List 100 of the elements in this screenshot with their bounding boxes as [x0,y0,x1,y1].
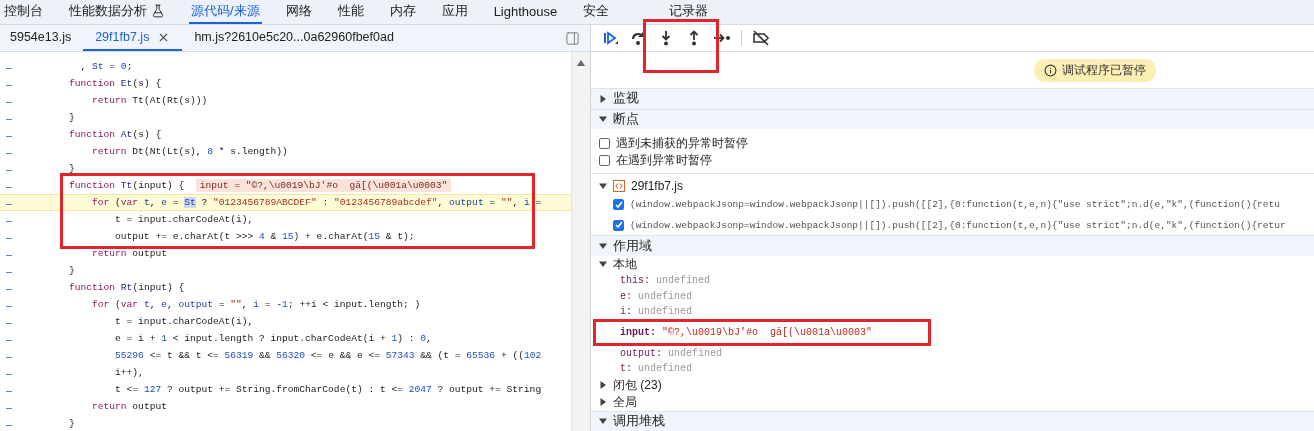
line-marker: – [5,298,14,311]
variable-name: this: [620,275,650,287]
file-tab[interactable]: hm.js?2610e5c20...0a62960fbef0ad [182,25,406,51]
section-header[interactable]: 作用域 [591,235,1314,256]
scope-group-label[interactable]: 闭包 (23) [613,376,662,394]
panel-tab[interactable]: 记录器 [667,0,711,24]
code-line: function At(s) { [68,129,162,140]
file-tab-label: hm.js?2610e5c20...0a62960fbef0ad [194,30,394,44]
scroll-up-icon[interactable] [577,60,585,66]
badge-text: 调试程序已暂停 [1062,61,1146,79]
checkbox[interactable] [613,199,624,211]
code-line: t = input.charCodeAt(i), [114,214,254,225]
variable-value: undefined [656,275,711,287]
line-marker: – [5,247,14,260]
file-tab[interactable]: 5954e13.js [0,25,84,51]
checkbox[interactable] [613,219,624,231]
expanded-triangle-icon[interactable] [599,182,607,191]
checkbox-label: 在遇到异常时暂停 [616,151,712,169]
code-line: } [68,418,75,429]
section-title: 监视 [613,90,639,108]
panel-tab[interactable]: 网络 [283,0,314,24]
line-marker: – [5,400,14,413]
checkbox[interactable] [599,154,610,166]
code-line: , St = 0; [79,61,133,72]
panel-tab[interactable]: 安全 [581,0,612,24]
code-line: output += e.charAt(t >>> 4 & 15) + e.charAt(15 & t); [114,231,415,242]
code-line: t <= 127 ? output += String.fromCharCode(t) : t <= 2047 ? output += String [114,384,542,395]
resume-button[interactable] [601,29,619,47]
variable-name: input: [620,327,656,338]
collapsed-triangle-icon[interactable] [599,94,607,103]
line-marker: – [5,60,14,73]
line-marker: – [5,77,14,90]
collapsed-triangle-icon[interactable] [599,381,607,389]
scope-group-label[interactable]: 本地 [613,255,637,273]
variable-name: t: [620,363,632,375]
expanded-triangle-icon[interactable] [599,417,607,426]
line-marker: – [5,264,14,277]
script-file-icon [613,180,625,193]
deactivate-breakpoints-button[interactable] [752,29,770,47]
line-marker: – [5,94,14,107]
variable-value: undefined [668,347,723,359]
section-title: 作用域 [613,237,652,255]
file-tab[interactable]: 29f1fb7.js [83,25,183,51]
section-header[interactable]: 断点 [591,108,1314,129]
section-title: 调用堆栈 [613,412,665,430]
code-line: return output [91,401,167,412]
line-marker: – [5,417,14,430]
variable-name: i: [620,306,632,318]
line-marker: – [5,145,14,158]
collapsed-triangle-icon[interactable] [599,398,607,406]
line-marker: – [5,196,14,209]
code-line: return output [91,248,167,259]
code-line: 55296 <= t && t <= 56319 && 56320 <= e && e <= 57343 && (t = 65536 + ((102 [114,350,542,361]
line-marker: – [5,179,14,192]
scope-group-label[interactable]: 全局 [613,393,637,411]
section-title: 断点 [613,110,639,128]
expanded-triangle-icon[interactable] [599,115,607,124]
code-line: for (var t, e = St ? "0123456789ABCDEF" : "0123456789abcdef", output = "", i = [91,197,542,208]
variable-value: undefined [638,290,693,302]
variable-name: e: [620,290,632,302]
variable-name: output: [620,347,662,359]
code-line: } [68,112,75,123]
breakpoint-code: (window.webpackJsonp=window.webpackJsonp||[]).push([[2],{0:function(t,e,n){"use strict";n.d(e,"k",(function(){retur [630,219,1286,231]
code-line: } [68,163,75,174]
line-marker: – [5,213,14,226]
variable-value: undefined [638,363,693,375]
line-marker: – [5,281,14,294]
code-line: function Et(s) { [68,78,162,89]
line-marker: – [5,366,14,379]
panel-tab[interactable]: Lighthouse [491,0,560,24]
panel-tab[interactable]: 内存 [387,0,418,24]
code-line: for (var t, e, output = "", i = -1; ++i < input.length; ) [91,299,421,310]
line-marker: – [5,315,14,328]
panel-tab[interactable]: 应用 [439,0,470,24]
info-icon [1044,63,1057,77]
code-line: } [68,265,75,276]
scrollbar[interactable] [571,52,590,431]
line-marker: – [5,332,14,345]
line-marker: – [5,162,14,175]
file-tab-label: 5954e13.js [10,30,72,44]
line-marker: – [5,230,14,243]
line-marker: – [5,128,14,141]
section-header[interactable]: 调用堆栈 [591,410,1314,431]
panel-tab[interactable]: 性能 [335,0,366,24]
line-marker: – [5,349,14,362]
file-name: 29f1fb7.js [631,179,684,194]
checkbox-label: 遇到未捕获的异常时暂停 [616,134,748,152]
panel-tab[interactable]: 性能数据分析 [67,0,167,24]
section-header[interactable]: 监视 [591,88,1314,109]
code-line: t = input.charCodeAt(i), [114,316,254,327]
checkbox[interactable] [599,137,610,149]
variable-value: undefined [638,306,693,318]
panel-tab[interactable]: 控制台 [2,0,45,24]
line-marker: – [5,111,14,124]
variable-value: "©?,\u0019\bJ'#o gä[(\u001a\u0003" [662,327,873,338]
code-line: return Dt(Nt(Lt(s), 8 * s.length)) [91,146,288,157]
file-tab-label: 29f1fb7.js [95,30,150,44]
code-line: i++), [114,367,144,378]
code-line: return Tt(At(Rt(s))) [91,95,208,106]
line-marker: – [5,383,14,396]
